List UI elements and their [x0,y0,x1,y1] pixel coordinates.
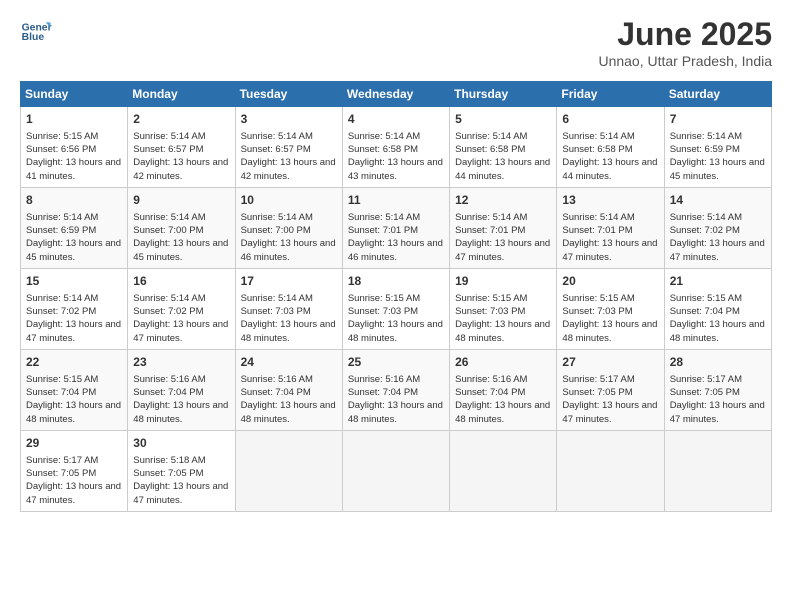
day-2: 2 Sunrise: 5:14 AMSunset: 6:57 PMDayligh… [128,107,235,188]
location: Unnao, Uttar Pradesh, India [598,53,772,69]
header-saturday: Saturday [664,82,771,107]
calendar: Sunday Monday Tuesday Wednesday Thursday… [20,81,772,512]
day-4: 4 Sunrise: 5:14 AMSunset: 6:58 PMDayligh… [342,107,449,188]
header-thursday: Thursday [450,82,557,107]
day-19: 19 Sunrise: 5:15 AMSunset: 7:03 PMDaylig… [450,268,557,349]
day-16: 16 Sunrise: 5:14 AMSunset: 7:02 PMDaylig… [128,268,235,349]
title-section: June 2025 Unnao, Uttar Pradesh, India [598,16,772,69]
month-title: June 2025 [598,16,772,53]
week-row-2: 8 Sunrise: 5:14 AMSunset: 6:59 PMDayligh… [21,187,772,268]
day-23: 23 Sunrise: 5:16 AMSunset: 7:04 PMDaylig… [128,349,235,430]
day-11: 11 Sunrise: 5:14 AMSunset: 7:01 PMDaylig… [342,187,449,268]
day-27: 27 Sunrise: 5:17 AMSunset: 7:05 PMDaylig… [557,349,664,430]
day-25: 25 Sunrise: 5:16 AMSunset: 7:04 PMDaylig… [342,349,449,430]
page-container: General Blue June 2025 Unnao, Uttar Prad… [0,0,792,524]
header: General Blue June 2025 Unnao, Uttar Prad… [20,16,772,69]
day-24: 24 Sunrise: 5:16 AMSunset: 7:04 PMDaylig… [235,349,342,430]
day-3: 3 Sunrise: 5:14 AMSunset: 6:57 PMDayligh… [235,107,342,188]
day-9: 9 Sunrise: 5:14 AMSunset: 7:00 PMDayligh… [128,187,235,268]
header-wednesday: Wednesday [342,82,449,107]
logo-icon: General Blue [20,16,52,48]
logo: General Blue [20,16,54,48]
week-row-3: 15 Sunrise: 5:14 AMSunset: 7:02 PMDaylig… [21,268,772,349]
week-row-5: 29 Sunrise: 5:17 AMSunset: 7:05 PMDaylig… [21,430,772,511]
day-22: 22 Sunrise: 5:15 AMSunset: 7:04 PMDaylig… [21,349,128,430]
day-15: 15 Sunrise: 5:14 AMSunset: 7:02 PMDaylig… [21,268,128,349]
day-20: 20 Sunrise: 5:15 AMSunset: 7:03 PMDaylig… [557,268,664,349]
empty-cell-4 [557,430,664,511]
day-17: 17 Sunrise: 5:14 AMSunset: 7:03 PMDaylig… [235,268,342,349]
day-12: 12 Sunrise: 5:14 AMSunset: 7:01 PMDaylig… [450,187,557,268]
day-5: 5 Sunrise: 5:14 AMSunset: 6:58 PMDayligh… [450,107,557,188]
day-13: 13 Sunrise: 5:14 AMSunset: 7:01 PMDaylig… [557,187,664,268]
empty-cell-2 [342,430,449,511]
week-row-1: 1 Sunrise: 5:15 AMSunset: 6:56 PMDayligh… [21,107,772,188]
week-row-4: 22 Sunrise: 5:15 AMSunset: 7:04 PMDaylig… [21,349,772,430]
weekday-header-row: Sunday Monday Tuesday Wednesday Thursday… [21,82,772,107]
header-tuesday: Tuesday [235,82,342,107]
day-7: 7 Sunrise: 5:14 AMSunset: 6:59 PMDayligh… [664,107,771,188]
day-8: 8 Sunrise: 5:14 AMSunset: 6:59 PMDayligh… [21,187,128,268]
empty-cell-1 [235,430,342,511]
header-sunday: Sunday [21,82,128,107]
empty-cell-3 [450,430,557,511]
day-26: 26 Sunrise: 5:16 AMSunset: 7:04 PMDaylig… [450,349,557,430]
header-monday: Monday [128,82,235,107]
day-29: 29 Sunrise: 5:17 AMSunset: 7:05 PMDaylig… [21,430,128,511]
day-14: 14 Sunrise: 5:14 AMSunset: 7:02 PMDaylig… [664,187,771,268]
day-18: 18 Sunrise: 5:15 AMSunset: 7:03 PMDaylig… [342,268,449,349]
svg-text:Blue: Blue [22,32,45,43]
day-1: 1 Sunrise: 5:15 AMSunset: 6:56 PMDayligh… [21,107,128,188]
day-30: 30 Sunrise: 5:18 AMSunset: 7:05 PMDaylig… [128,430,235,511]
day-21: 21 Sunrise: 5:15 AMSunset: 7:04 PMDaylig… [664,268,771,349]
day-10: 10 Sunrise: 5:14 AMSunset: 7:00 PMDaylig… [235,187,342,268]
day-28: 28 Sunrise: 5:17 AMSunset: 7:05 PMDaylig… [664,349,771,430]
day-6: 6 Sunrise: 5:14 AMSunset: 6:58 PMDayligh… [557,107,664,188]
empty-cell-5 [664,430,771,511]
header-friday: Friday [557,82,664,107]
